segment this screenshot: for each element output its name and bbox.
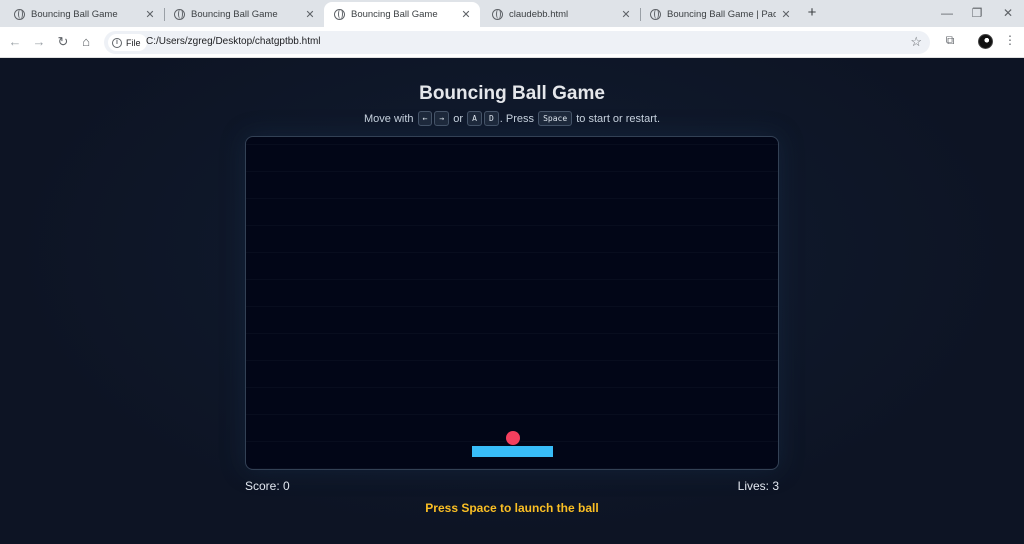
close-tab-icon[interactable]: ✕ [144,8,156,21]
close-tab-icon[interactable]: ✕ [780,8,792,21]
close-tab-icon[interactable]: ✕ [460,8,472,21]
key-space: Space [538,111,573,126]
tab-label: claudebb.html [509,9,569,20]
page-title: Bouncing Ball Game [419,83,605,104]
close-window-button[interactable]: ✕ [999,4,1017,22]
profile-avatar[interactable] [978,34,993,49]
tab-1[interactable]: Bouncing Ball Game ✕ [4,2,164,27]
home-button[interactable]: ⌂ [76,32,96,52]
globe-icon [492,9,503,20]
back-button[interactable]: ← [5,32,25,52]
extensions-icon[interactable]: ⧉ [942,33,958,49]
paddle [472,446,553,457]
bookmark-star-icon[interactable]: ☆ [910,34,922,50]
restore-button[interactable]: ❐ [968,4,986,22]
tab-label: Bouncing Ball Game [31,9,118,20]
status-message: Press Space to launch the ball [425,501,599,515]
instructions-prefix: Move with [363,113,414,125]
key-d: D [483,111,499,126]
instructions: Move with ← → or AD. Press Space to start… [0,111,1024,126]
info-icon: i [112,37,122,48]
site-chip-label: File [126,37,141,48]
menu-icon[interactable]: ⋮ [1004,33,1016,47]
key-right-arrow: → [434,111,450,126]
tab-3-active[interactable]: Bouncing Ball Game ✕ [324,2,480,27]
tab-label: Bouncing Ball Game [191,9,278,20]
close-tab-icon[interactable]: ✕ [304,8,316,21]
tab-label: Bouncing Ball Game | Paddle Bo [667,9,776,20]
instructions-suffix: to start or restart. [576,113,660,125]
tab-5[interactable]: Bouncing Ball Game | Paddle Bo ✕ [640,2,800,27]
game-canvas[interactable] [245,136,779,470]
address-bar[interactable]: i File C:/Users/zgreg/Desktop/chatgptbb.… [104,31,930,54]
globe-icon [650,9,661,20]
globe-icon [174,9,185,20]
instructions-press: . Press [499,113,535,125]
globe-icon [14,9,25,20]
tab-2[interactable]: Bouncing Ball Game ✕ [164,2,324,27]
forward-button[interactable]: → [29,32,49,52]
globe-icon [334,9,345,20]
key-a: A [467,111,482,126]
new-tab-button[interactable]: + [804,4,820,22]
url-text[interactable]: C:/Users/zgreg/Desktop/chatgptbb.html [146,36,321,47]
reload-button[interactable]: ↻ [53,32,73,52]
tab-4[interactable]: claudebb.html ✕ [482,2,640,27]
key-left-arrow: ← [417,111,433,126]
tab-strip: Bouncing Ball Game ✕ Bouncing Ball Game … [0,0,1024,27]
instructions-or: or [453,113,464,125]
tab-label: Bouncing Ball Game [351,9,438,20]
score-display: Score: 0 [245,479,290,493]
lives-display: Lives: 3 [737,479,779,493]
browser-toolbar: ← → ↻ ⌂ i File C:/Users/zgreg/Desktop/ch… [0,27,1024,58]
page-content: Bouncing Ball Game Move with ← → or AD. P… [0,58,1024,544]
close-tab-icon[interactable]: ✕ [620,8,632,21]
minimize-button[interactable]: — [938,4,956,22]
site-info-chip[interactable]: i File [108,34,147,51]
ball [506,431,520,445]
